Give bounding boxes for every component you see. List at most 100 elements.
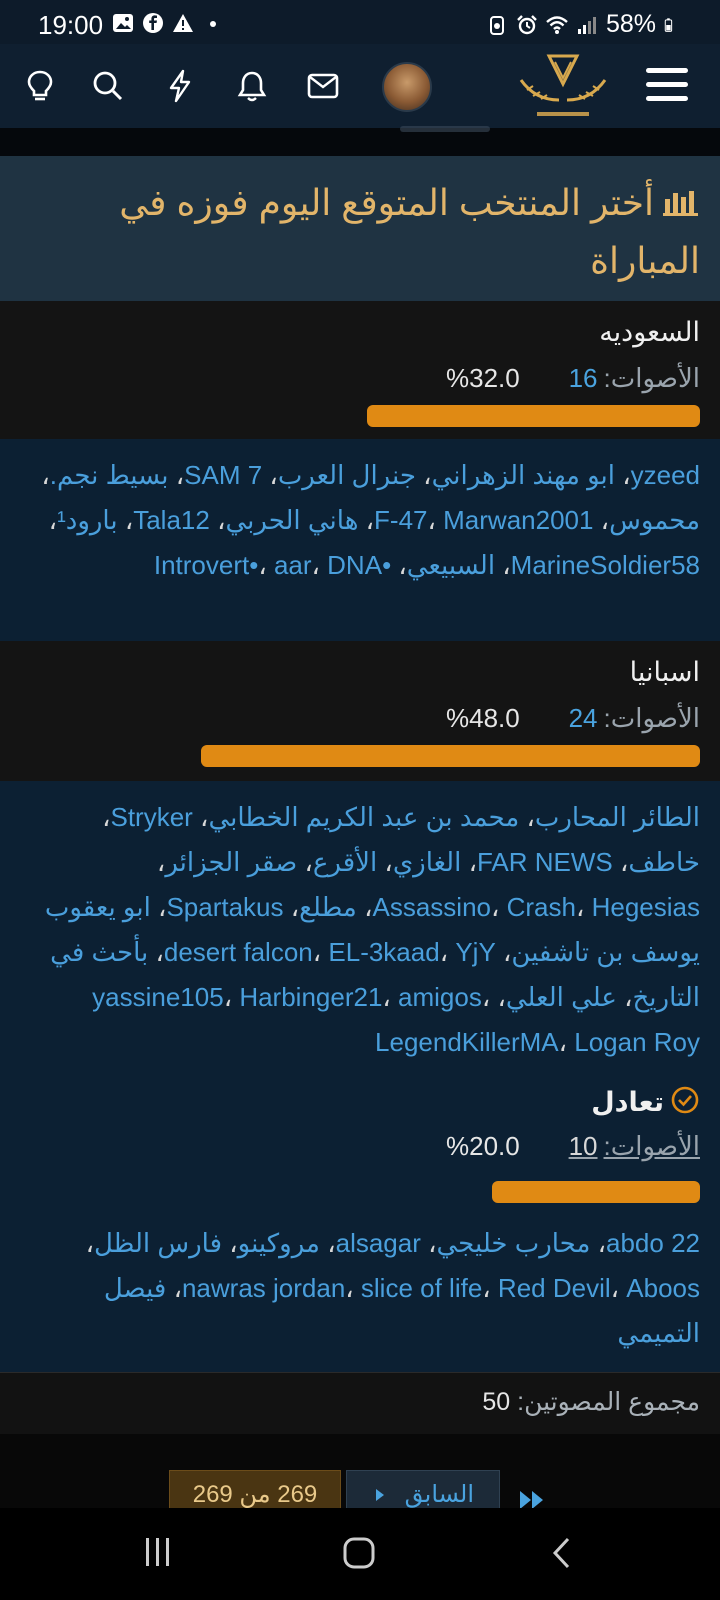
separator: ، <box>415 460 432 490</box>
voter-link[interactable]: alsagar <box>336 1228 421 1258</box>
voter-link[interactable]: amigos <box>398 982 482 1012</box>
menu-button[interactable] <box>646 68 688 104</box>
battery-saver-icon <box>489 15 504 35</box>
voter-link[interactable]: Logan Roy <box>574 1027 700 1057</box>
home-icon[interactable] <box>342 1536 376 1570</box>
separator: ، <box>312 937 329 967</box>
voter-link[interactable]: Aboos <box>626 1273 700 1303</box>
poll-title-text: أختر المنتخب المتوقع اليوم فوزه في المبا… <box>119 182 700 281</box>
battery-percent: 58% <box>605 10 656 38</box>
separator: ، <box>356 892 373 922</box>
option-percent: %48.0 <box>446 703 520 733</box>
separator: ، <box>481 982 491 1012</box>
separator: ، <box>311 550 328 580</box>
voter-link[interactable]: desert falcon <box>164 937 313 967</box>
separator: ، <box>461 847 477 877</box>
separator: ، <box>319 1228 336 1258</box>
voter-link[interactable]: nawras jordan <box>182 1273 345 1303</box>
voter-link[interactable]: محمد بن عبد الكريم الخطابي <box>208 802 519 832</box>
voter-link[interactable]: MarineSoldier58 <box>511 550 700 580</box>
separator: ، <box>258 550 274 580</box>
voters-list: yzeed، ابو مهند الزهراني، جنرال العرب، S… <box>0 439 720 641</box>
voter-link[interactable]: Spartakus <box>166 892 283 922</box>
voter-link[interactable]: FAR NEWS <box>477 847 613 877</box>
site-logo[interactable] <box>515 50 611 126</box>
voter-link[interactable]: F-47 <box>374 505 427 535</box>
separator: ، <box>345 1273 361 1303</box>
separator: ، <box>377 847 393 877</box>
voter-link[interactable]: ابو مهند الزهراني <box>432 460 615 490</box>
lightbulb-icon[interactable] <box>20 66 60 106</box>
voter-link[interactable]: بسيط نجم. <box>50 460 169 490</box>
progress-fill <box>367 405 700 427</box>
option-percent: %20.0 <box>446 1131 520 1161</box>
voter-link[interactable]: السبيعي <box>407 550 495 580</box>
voter-link[interactable]: EL-3kaad <box>328 937 439 967</box>
voter-link[interactable]: Marwan2001 <box>443 505 593 535</box>
voter-link[interactable]: yzeed <box>631 460 700 490</box>
separator: ، <box>610 1273 627 1303</box>
separator: ، <box>209 505 226 535</box>
poll-total: مجموع المصوتين: 50 <box>0 1372 720 1435</box>
bell-icon[interactable] <box>232 66 272 106</box>
option-votes[interactable]: الأصوات:16 <box>569 363 700 394</box>
voter-link[interactable]: محموس <box>609 505 700 535</box>
voter-link[interactable]: الغازي <box>393 847 462 877</box>
voter-link[interactable]: علي العلي <box>506 982 617 1012</box>
voter-link[interactable]: Red Devil <box>498 1273 611 1303</box>
separator: ، <box>558 1027 575 1057</box>
signal-icon <box>577 16 596 34</box>
voter-link[interactable]: الطائر المحارب <box>535 802 700 832</box>
separator: ، <box>283 892 300 922</box>
recent-apps-icon[interactable] <box>143 1536 173 1568</box>
separator: ، <box>168 460 185 490</box>
wifi-icon <box>546 15 568 34</box>
lightning-icon[interactable] <box>160 66 200 106</box>
status-bar: 19:00 58% <box>0 0 720 48</box>
voter-link[interactable]: صقر الجزائر <box>165 847 297 877</box>
option-votes[interactable]: الأصوات:24 <box>569 703 700 734</box>
voter-link[interactable]: خاطف <box>628 847 700 877</box>
search-icon[interactable] <box>88 66 128 106</box>
voter-link[interactable]: DNA <box>327 550 382 580</box>
pagination: 269 من 269 السابق <box>0 1434 720 1518</box>
voter-link[interactable]: هاني الحربي <box>225 505 358 535</box>
separator: ، <box>519 802 535 832</box>
voters-list: abdo 22، محارب خليجي، alsagar، مروكينو، … <box>0 1207 720 1372</box>
separator: ، <box>382 982 399 1012</box>
separator: ، <box>593 505 610 535</box>
option-name: تعادل <box>591 1085 700 1118</box>
voter-link[interactable]: YjY <box>455 937 495 967</box>
voter-link[interactable]: SAM 7 <box>184 460 262 490</box>
voter-link[interactable]: LegendKillerMA <box>375 1027 559 1057</box>
voter-link[interactable]: محارب خليجي <box>437 1228 591 1258</box>
voter-link[interactable]: Tala12 <box>133 505 210 535</box>
voter-link[interactable]: Assassino <box>372 892 491 922</box>
separator: ، <box>490 982 506 1012</box>
back-icon[interactable] <box>550 1536 574 1570</box>
avatar[interactable] <box>382 62 432 112</box>
voter-link[interactable]: Harbinger21 <box>239 982 382 1012</box>
status-time: 19:00 <box>38 10 104 40</box>
caret-right-icon <box>375 1489 384 1501</box>
mail-icon[interactable] <box>303 66 343 106</box>
voter-link[interactable]: yassine105 <box>92 982 224 1012</box>
voter-link[interactable]: Hegesias <box>592 892 700 922</box>
voter-link[interactable]: aar <box>274 550 312 580</box>
voter-link[interactable]: abdo 22 <box>606 1228 700 1258</box>
poll-option-draw: تعادل الأصوات:10 %20.0 <box>0 1069 720 1207</box>
header-shadow <box>0 126 720 156</box>
voter-link[interactable]: الأقرع <box>313 847 377 877</box>
voter-link[interactable]: مروكينو <box>238 1228 320 1258</box>
option-votes[interactable]: الأصوات:10 <box>569 1131 700 1162</box>
voter-link[interactable]: مطلع <box>299 892 357 922</box>
dot-icon <box>210 21 216 27</box>
voter-link[interactable]: فارس الظل <box>94 1228 222 1258</box>
voter-link[interactable]: جنرال العرب <box>278 460 416 490</box>
voter-link[interactable]: Stryker <box>110 802 192 832</box>
voter-link[interactable]: slice of life <box>361 1273 482 1303</box>
separator: ، <box>41 460 50 490</box>
voter-link[interactable]: بارود¹ <box>57 505 118 535</box>
voter-link[interactable]: Crash <box>507 892 576 922</box>
separator: ، <box>222 1228 238 1258</box>
